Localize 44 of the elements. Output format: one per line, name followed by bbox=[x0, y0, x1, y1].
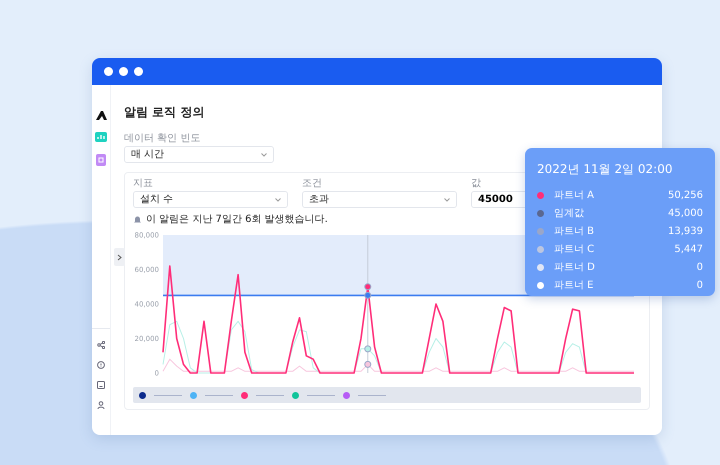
legend-line bbox=[307, 394, 335, 396]
alert-note: 이 알림은 지난 7일간 6회 발생했습니다. bbox=[146, 213, 328, 228]
series-name: 파트너 C bbox=[554, 242, 594, 256]
series-value: 13,939 bbox=[668, 224, 703, 238]
user-icon[interactable] bbox=[97, 401, 105, 409]
expand-button[interactable] bbox=[114, 248, 125, 266]
hover-marker bbox=[364, 361, 372, 368]
series-name: 임계값 bbox=[554, 206, 584, 220]
condition-select[interactable]: 초과 bbox=[302, 191, 457, 208]
series-name: 파트너 B bbox=[554, 224, 594, 238]
field-label: 데이터 확인 빈도 bbox=[124, 133, 202, 144]
series-name: 파트너 E bbox=[554, 278, 594, 292]
legend-line bbox=[358, 394, 386, 396]
legend-line bbox=[205, 394, 233, 396]
legend-line bbox=[256, 394, 284, 396]
series-value: 50,256 bbox=[668, 188, 703, 202]
series-value: 0 bbox=[696, 260, 703, 274]
series-value: 5,447 bbox=[674, 242, 703, 256]
help-icon[interactable] bbox=[97, 361, 105, 369]
series-value: 45,000 bbox=[668, 206, 703, 220]
chevron-icon bbox=[117, 254, 122, 260]
bell-icon bbox=[133, 215, 142, 224]
field-label: 값 bbox=[471, 178, 482, 190]
chevron-icon bbox=[444, 198, 450, 202]
logo-icon[interactable] bbox=[96, 111, 106, 120]
field-label: 조건 bbox=[302, 178, 323, 190]
tooltip-title: 2022년 11월 2일 02:00 bbox=[537, 161, 674, 178]
series-name: 파트너 D bbox=[554, 260, 595, 274]
window-dot bbox=[134, 67, 143, 76]
series-value: 0 bbox=[696, 278, 703, 292]
field-label: 지표 bbox=[133, 178, 154, 190]
save-icon[interactable] bbox=[97, 381, 105, 389]
page-title: 알림 로직 정의 bbox=[124, 105, 206, 120]
chevron-icon bbox=[261, 152, 267, 157]
share-icon[interactable] bbox=[97, 341, 105, 349]
legend-line bbox=[154, 394, 182, 396]
document-icon[interactable] bbox=[96, 154, 106, 166]
frequency-select[interactable]: 매 시간 bbox=[124, 146, 274, 164]
window-dot bbox=[119, 67, 128, 76]
hover-marker bbox=[364, 346, 372, 353]
metric-select[interactable]: 설치 수 bbox=[133, 191, 288, 208]
chevron-icon bbox=[275, 198, 281, 202]
series-name: 파트너 A bbox=[554, 188, 594, 202]
window-dot bbox=[104, 67, 113, 76]
